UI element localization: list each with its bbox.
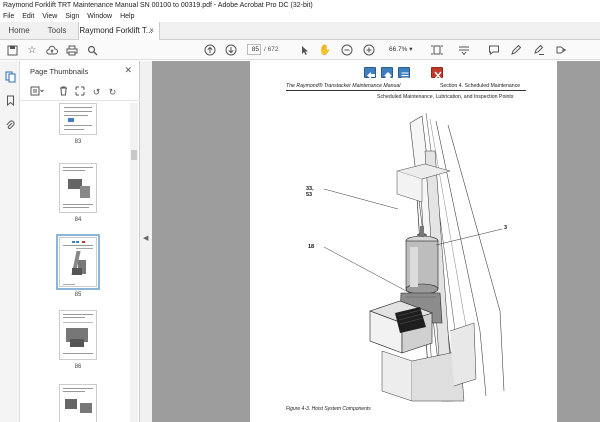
thumbnail-label: 86 (74, 364, 82, 370)
callout-label: 3 (504, 225, 508, 231)
thumbnail-page[interactable] (59, 384, 97, 422)
search-icon[interactable] (85, 43, 99, 57)
callout-label: 33, 53 (306, 186, 314, 198)
menu-help[interactable]: Help (117, 11, 137, 22)
page-down-icon[interactable] (224, 43, 238, 57)
tab-tools[interactable]: Tools (38, 22, 76, 40)
comment-icon[interactable] (487, 43, 501, 57)
thumbnail-options-icon[interactable] (29, 86, 45, 98)
menu-edit[interactable]: Edit (19, 11, 37, 22)
sign-icon[interactable] (532, 43, 546, 57)
tab-document-label: Raymond Forklift T... (79, 26, 153, 35)
window-title: Raymond Forklift TRT Maintenance Manual … (0, 0, 600, 11)
attachment-icon[interactable] (4, 119, 16, 131)
zoom-out-icon[interactable] (340, 43, 354, 57)
highlight-pen-icon[interactable] (509, 43, 523, 57)
chevron-left-icon: ◀ (143, 235, 149, 242)
thumbnail-page[interactable] (59, 163, 97, 213)
thumbnails-panel: Page Thumbnails ✕ ↺ ↻ 83 84 85 86 (20, 61, 140, 422)
chevron-down-icon: ▾ (409, 46, 413, 53)
figure-caption: Figure 4-3. Hoist System Components (286, 406, 371, 412)
thumbnail-page[interactable] (59, 310, 97, 360)
menu-file[interactable]: File (0, 11, 17, 22)
trash-icon[interactable] (58, 86, 69, 98)
callout-label: 18 (308, 244, 315, 250)
bookmark-star-icon[interactable]: ☆ (25, 43, 39, 57)
page-number-input[interactable]: 85 (247, 44, 261, 55)
extract-pages-icon[interactable] (74, 86, 85, 98)
menu-view[interactable]: View (39, 11, 60, 22)
upload-cloud-icon[interactable] (45, 43, 59, 57)
thumbnail-scrollbar[interactable] (130, 103, 138, 422)
zoom-value: 66.7% (389, 46, 408, 53)
scroll-mode-icon[interactable] (457, 43, 471, 57)
document-viewer[interactable]: The Raymond® Transtacker Maintenance Man… (152, 61, 600, 422)
select-cursor-icon[interactable] (298, 43, 312, 57)
panel-toolbar: ↺ ↻ (20, 83, 140, 101)
pdf-page: The Raymond® Transtacker Maintenance Man… (250, 61, 557, 422)
print-icon[interactable] (65, 43, 79, 57)
thumbnail-page-selected[interactable] (56, 234, 100, 290)
zoom-in-icon[interactable] (362, 43, 376, 57)
thumbnail-label: 85 (74, 292, 82, 298)
close-icon[interactable]: ✕ (124, 65, 132, 76)
rotate-left-icon[interactable]: ↺ (91, 86, 102, 98)
thumbnail-label: 83 (74, 139, 82, 145)
fit-page-icon[interactable] (430, 43, 444, 57)
page-thumbnails-icon[interactable] (4, 71, 16, 83)
page-total: / 672 (264, 46, 279, 53)
hoist-system-illustration (323, 112, 505, 402)
tab-home[interactable]: Home (0, 22, 38, 40)
toolbar: ☆ 85 / 672 ✋ 66.7% ▾ (0, 40, 600, 60)
hand-tool-icon[interactable]: ✋ (318, 43, 332, 57)
menu-window[interactable]: Window (84, 11, 115, 22)
more-tools-icon[interactable] (554, 43, 568, 57)
tab-bar: Home Tools Raymond Forklift T... × (0, 22, 600, 40)
bookmark-icon[interactable] (4, 95, 16, 107)
thumbnail-page[interactable] (59, 103, 97, 135)
page-up-icon[interactable] (203, 43, 217, 57)
close-icon[interactable]: × (149, 22, 154, 40)
left-rail (0, 61, 20, 422)
thumbnail-label: 84 (74, 217, 82, 223)
tab-document[interactable]: Raymond Forklift T... × (78, 22, 160, 40)
thumbnail-list: 83 84 85 86 (20, 103, 128, 422)
menu-sign[interactable]: Sign (62, 11, 82, 22)
zoom-level[interactable]: 66.7% ▾ (389, 44, 413, 55)
save-icon[interactable] (5, 43, 19, 57)
scrollbar-thumb[interactable] (131, 150, 137, 160)
rotate-right-icon[interactable]: ↻ (107, 86, 118, 98)
menu-bar: File Edit View Sign Window Help (0, 11, 600, 22)
panel-title: Page Thumbnails (30, 67, 89, 76)
panel-collapse-handle[interactable]: ◀ (140, 61, 152, 422)
